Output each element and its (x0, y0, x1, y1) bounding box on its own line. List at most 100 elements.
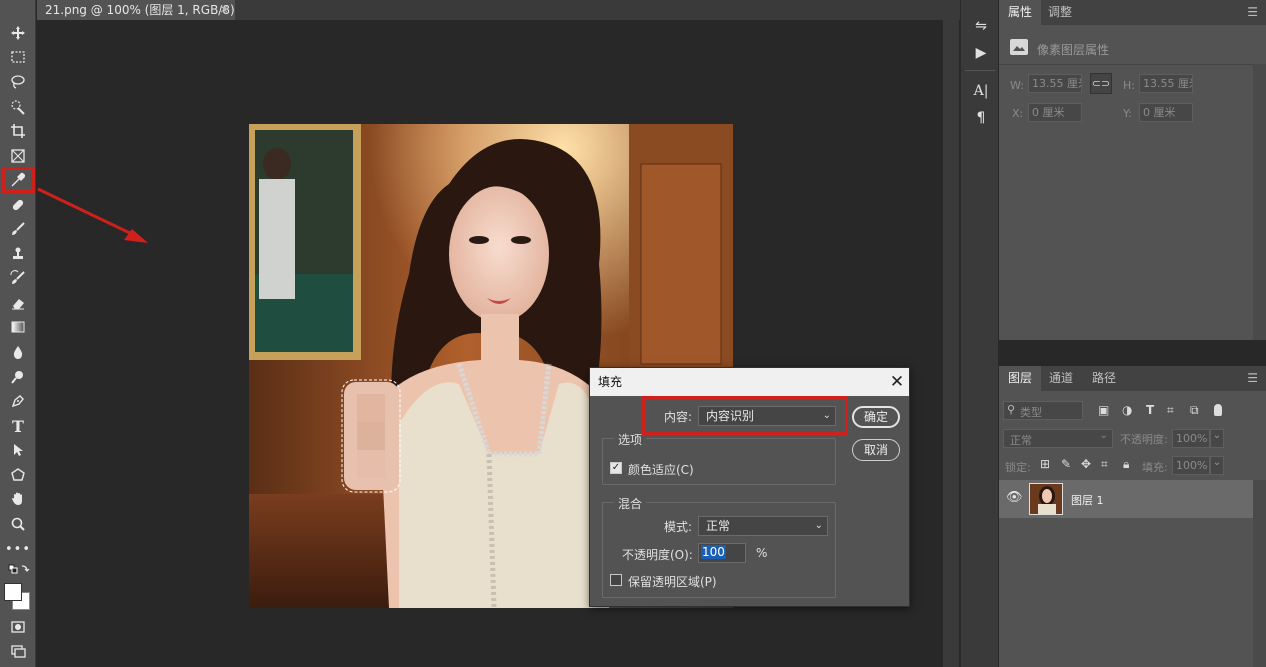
opacity-input[interactable]: 100 (698, 543, 746, 563)
chevron-down-icon[interactable]: ⌄ (1210, 429, 1224, 448)
content-highlight-box (642, 396, 848, 435)
dialog-title-bar[interactable]: 填充 (590, 368, 909, 396)
marquee-icon[interactable] (6, 46, 30, 68)
opacity-input-value: 100 (701, 545, 726, 559)
chevron-down-icon[interactable]: ⌄ (1210, 456, 1224, 475)
adjustment-filter-icon[interactable]: ◑ (1122, 403, 1132, 417)
color-adapt-label: 颜色适应(C) (628, 463, 694, 477)
layer-row[interactable]: 👁︎ 图层 1 (999, 480, 1253, 518)
tab-paths[interactable]: 路径 (1083, 366, 1125, 391)
history-panel-icon[interactable]: ⇋ (971, 18, 991, 34)
tools-panel: T ••• (0, 0, 36, 667)
dialog-close-icon[interactable]: ✕ (887, 370, 907, 394)
lock-artboard-icon[interactable]: ⌗ (1101, 457, 1108, 472)
lock-image-icon[interactable]: ✎ (1061, 457, 1071, 471)
image-filter-icon[interactable]: ▣ (1098, 403, 1109, 417)
hand-icon[interactable] (6, 488, 30, 510)
panel-menu-icon[interactable]: ☰ (1247, 371, 1258, 385)
chevron-down-icon: ⌄ (814, 520, 823, 531)
tab-adjustments[interactable]: 调整 (1039, 0, 1081, 25)
opacity-unit: % (756, 546, 768, 560)
pixel-layer-icon (1010, 39, 1028, 55)
brush-icon[interactable] (6, 218, 30, 240)
visibility-eye-icon[interactable]: 👁︎ (1006, 490, 1023, 505)
pen-icon[interactable] (6, 390, 30, 412)
color-adapt-checkbox[interactable]: ✓ (610, 462, 622, 474)
layer-filter-value: 类型 (1020, 406, 1042, 419)
y-field[interactable]: 0 厘米 (1139, 103, 1193, 122)
quick-mask-icon[interactable] (6, 616, 30, 638)
opacity-label: 不透明度(O): (622, 548, 693, 562)
tab-layers[interactable]: 图层 (999, 366, 1042, 391)
properties-tabs: 属性 调整 ☰ (999, 0, 1266, 25)
smart-object-filter-icon[interactable]: ⧉ (1190, 403, 1199, 418)
tab-channels[interactable]: 通道 (1040, 366, 1082, 391)
search-icon: ⚲ (1007, 403, 1016, 416)
lock-all-icon[interactable]: 🔒︎ (1123, 457, 1129, 472)
y-label: Y: (1123, 107, 1132, 120)
healing-brush-icon[interactable] (6, 194, 30, 216)
foreground-color-swatch[interactable] (4, 583, 22, 601)
strip-divider (965, 70, 995, 71)
eraser-icon[interactable] (6, 292, 30, 314)
x-label: X: (1012, 107, 1024, 120)
history-brush-icon[interactable] (6, 267, 30, 289)
collapsed-panel-strip: ⇋ ▶ A| ¶ (960, 0, 998, 667)
shape-filter-icon[interactable]: ⌗ (1167, 403, 1174, 418)
type-icon[interactable]: T (6, 415, 30, 437)
gradient-icon[interactable] (6, 316, 30, 338)
document-tab[interactable]: 21.png @ 100% (图层 1, RGB/8) (37, 0, 235, 20)
cancel-button[interactable]: 取消 (852, 439, 900, 461)
canvas-vertical-scrollbar[interactable] (943, 20, 959, 667)
width-field[interactable]: 13.55 厘米 (1028, 74, 1082, 93)
blur-icon[interactable] (6, 341, 30, 363)
layers-scrollbar[interactable] (1253, 480, 1266, 667)
ok-button[interactable]: 确定 (852, 406, 900, 428)
dialog-title: 填充 (598, 375, 623, 389)
blend-title: 混合 (614, 495, 647, 512)
mode-select[interactable]: 正常 ⌄ (698, 516, 828, 536)
clone-stamp-icon[interactable] (6, 243, 30, 265)
path-select-icon[interactable] (6, 439, 30, 461)
default-colors-icon[interactable] (6, 562, 32, 578)
height-field[interactable]: 13.55 厘米 (1139, 74, 1193, 93)
crop-icon[interactable] (6, 120, 30, 142)
panel-menu-icon[interactable]: ☰ (1247, 5, 1258, 19)
zoom-icon[interactable] (6, 513, 30, 535)
chevron-down-icon: ⌄ (1099, 430, 1108, 441)
link-icon[interactable]: ⊂⊃ (1090, 73, 1112, 94)
quick-select-icon[interactable] (6, 96, 30, 118)
more-icon[interactable]: ••• (5, 538, 30, 560)
lock-transparent-icon[interactable]: ⊞ (1040, 457, 1050, 471)
x-field[interactable]: 0 厘米 (1028, 103, 1082, 122)
type-filter-icon[interactable]: T (1146, 403, 1154, 417)
properties-divider (999, 64, 1266, 65)
dodge-icon[interactable] (6, 366, 30, 388)
layer-name: 图层 1 (1071, 494, 1104, 507)
lock-position-icon[interactable]: ✥ (1081, 457, 1091, 471)
properties-scrollbar[interactable] (1253, 64, 1266, 340)
mode-label: 模式: (664, 520, 693, 534)
actions-play-icon[interactable]: ▶ (971, 45, 991, 61)
document-tab-close-icon[interactable]: × (219, 0, 229, 19)
properties-subtitle: 像素图层属性 (1037, 43, 1110, 57)
character-panel-icon[interactable]: A| (971, 83, 991, 99)
layer-opacity-field[interactable]: 100% (1172, 429, 1210, 448)
lock-label: 锁定: (1005, 461, 1031, 474)
lasso-icon[interactable] (6, 71, 30, 93)
height-label: H: (1123, 79, 1135, 92)
blend-mode-select[interactable]: 正常 ⌄ (1003, 429, 1113, 448)
layer-filter-select[interactable]: ⚲ 类型 (1003, 401, 1083, 420)
layer-opacity-label: 不透明度: (1120, 433, 1168, 446)
move-icon[interactable] (6, 22, 30, 44)
preserve-transparency-checkbox[interactable] (610, 574, 622, 586)
fill-label: 填充: (1142, 461, 1168, 474)
preserve-transparency-label: 保留透明区域(P) (628, 575, 717, 589)
fill-field[interactable]: 100% (1172, 456, 1210, 475)
tab-properties[interactable]: 属性 (999, 0, 1042, 25)
filter-toggle-icon[interactable] (1214, 404, 1222, 416)
frame-icon[interactable] (6, 145, 30, 167)
screen-mode-icon[interactable] (6, 640, 30, 662)
shape-icon[interactable] (6, 464, 30, 486)
paragraph-panel-icon[interactable]: ¶ (971, 110, 991, 126)
